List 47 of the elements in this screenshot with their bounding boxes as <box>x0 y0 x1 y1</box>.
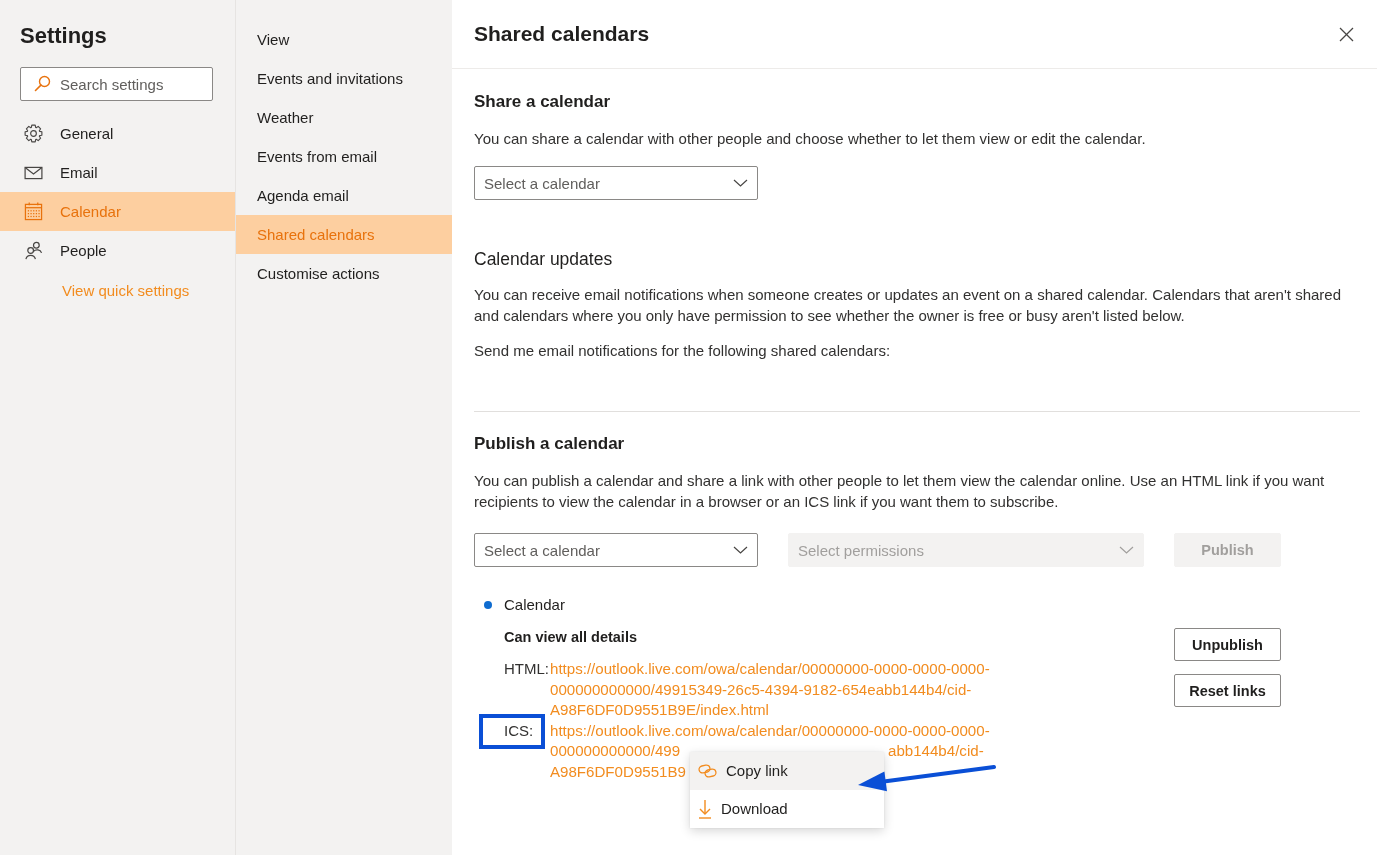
sidebar-title: Settings <box>20 22 107 50</box>
section-description: You can receive email notifications when someone creates or updates an event on a shared calendar. Calendars that aren't shared and calendars where you only have permission to see whether the owner is free or busy aren't listed below. <box>474 285 1343 326</box>
calendar-name: Calendar <box>504 595 565 615</box>
nav-item[interactable]: General <box>0 114 235 153</box>
search-icon <box>34 75 51 92</box>
nav-label: Calendar <box>60 201 121 222</box>
nav-label: People <box>60 240 107 261</box>
calendar-dropdown[interactable]: Select a calendar <box>474 166 758 200</box>
section-description: You can publish a calendar and share a link with other people to let them view the calendar online. Use an HTML link if you want recipients to view the calendar in a browser or an ICS link if you want them to subscribe. <box>474 471 1326 512</box>
menu-item[interactable]: Customise actions <box>236 254 452 293</box>
close-button[interactable] <box>1339 26 1354 42</box>
menu-item[interactable]: Agenda email <box>236 176 452 215</box>
download-icon <box>698 798 712 819</box>
gear-icon <box>24 124 43 143</box>
link-action-button[interactable]: Unpublish <box>1174 628 1281 661</box>
chevron-down-icon <box>1119 546 1134 554</box>
chevron-down-icon <box>733 179 748 187</box>
menu-item[interactable]: Events from email <box>236 137 452 176</box>
calendar-dropdown[interactable]: Select a calendar <box>474 533 758 567</box>
chevron-down-icon <box>733 546 748 554</box>
section-description: You can share a calendar with other people and choose whether to let them view or edit the calendar. <box>474 129 1146 149</box>
menu-item[interactable]: View <box>236 20 452 59</box>
close-icon <box>1339 26 1354 42</box>
option-label: Copy link <box>726 760 788 781</box>
menu-option[interactable]: Download <box>690 789 884 828</box>
option-label: Download <box>721 798 788 819</box>
link-label: HTML: <box>504 660 549 677</box>
section-heading: Share a calendar <box>474 91 611 113</box>
nav-label: General <box>60 123 114 144</box>
calendar-icon <box>24 202 43 221</box>
people-icon <box>24 241 43 260</box>
envelope-icon <box>24 165 43 180</box>
nav-item[interactable]: Email <box>0 153 235 192</box>
section-heading: Publish a calendar <box>474 433 625 455</box>
notification-prompt: Send me email notifications for the following shared calendars: <box>474 341 891 361</box>
nav-label: Email <box>60 162 98 183</box>
panel-title: Shared calendars <box>474 21 650 47</box>
section-heading: Calendar updates <box>474 248 613 271</box>
permission-label: Can view all details <box>504 628 637 647</box>
link-action-button[interactable]: Reset links <box>1174 674 1281 707</box>
menu-item[interactable]: Events and invitations <box>236 59 452 98</box>
menu-option[interactable]: Copy link <box>690 751 884 790</box>
link-label: ICS: <box>504 721 534 739</box>
search-field[interactable]: Search settings <box>20 67 213 101</box>
menu-item[interactable]: Weather <box>236 98 452 137</box>
link-icon <box>698 763 717 778</box>
nav-item[interactable]: People <box>0 231 235 270</box>
